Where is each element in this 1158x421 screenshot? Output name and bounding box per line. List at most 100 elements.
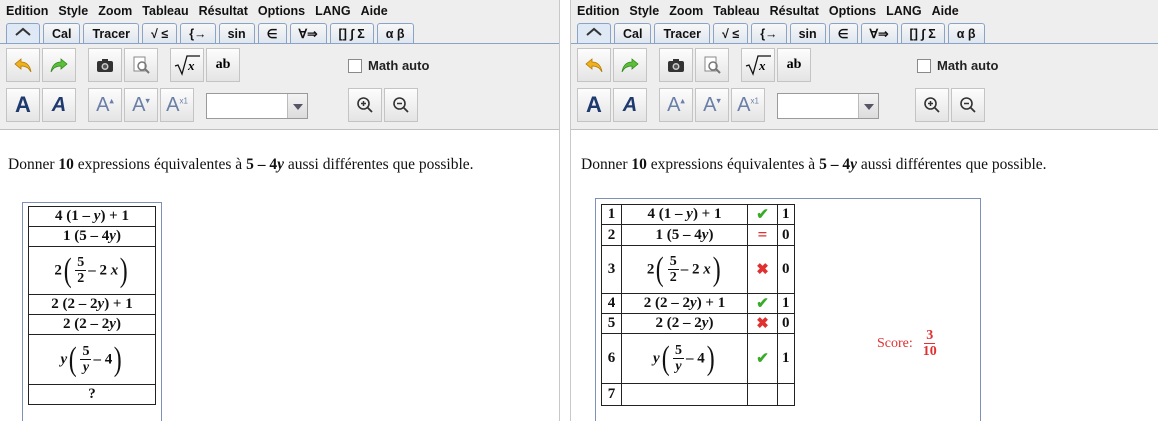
math-auto-checkbox[interactable]: Math auto: [917, 58, 998, 73]
expression-cell[interactable]: y(5 y – 4): [28, 334, 156, 385]
italic-a-button[interactable]: A: [613, 88, 647, 122]
ab-button[interactable]: ab: [206, 48, 240, 82]
document-area[interactable]: Donner 10 expressions équivalentes à 5 –…: [0, 132, 559, 421]
table-row[interactable]: 5 2 (2 – 2y) ✖ 0: [601, 313, 795, 334]
math-auto-checkbox[interactable]: Math auto: [348, 58, 429, 73]
tab-home[interactable]: [6, 23, 40, 43]
sqrt-button[interactable]: x: [741, 48, 775, 82]
menu-resultat[interactable]: Résultat: [770, 4, 819, 18]
menu-options[interactable]: Options: [829, 4, 876, 18]
menu-tableau[interactable]: Tableau: [142, 4, 188, 18]
preview-button[interactable]: [695, 48, 729, 82]
menu-aide[interactable]: Aide: [932, 4, 959, 18]
tab-tracer[interactable]: Tracer: [654, 23, 710, 43]
expression-cell[interactable]: 4 (1 – y) + 1: [28, 206, 156, 227]
menu-tableau[interactable]: Tableau: [713, 4, 759, 18]
sqrt-button[interactable]: x: [170, 48, 204, 82]
tab-home[interactable]: [577, 23, 611, 43]
menu-zoom[interactable]: Zoom: [669, 4, 703, 18]
table-row[interactable]: y(5 y – 4): [28, 334, 156, 385]
italic-a-button[interactable]: A: [42, 88, 76, 122]
tab-sqrt-leq[interactable]: √ ≤: [141, 23, 178, 43]
tab-greek[interactable]: α β: [376, 23, 414, 43]
bold-a-button[interactable]: A: [577, 88, 611, 122]
table-row[interactable]: 1 (5 – 4y): [28, 226, 156, 247]
tab-greek[interactable]: α β: [947, 23, 985, 43]
table-row[interactable]: 3 2(5 2– 2 x) ✖ 0: [601, 245, 795, 294]
menu-zoom[interactable]: Zoom: [98, 4, 132, 18]
math-auto-box[interactable]: [917, 58, 931, 73]
table-row[interactable]: 2 (2 – 2y): [28, 314, 156, 335]
redo-button[interactable]: [613, 48, 647, 82]
table-row[interactable]: 2 (2 – 2y) + 1: [28, 294, 156, 315]
expression-cell[interactable]: 2(5 2– 2 x): [28, 246, 156, 295]
undo-button[interactable]: [577, 48, 611, 82]
increase-font-button[interactable]: A▴: [88, 88, 122, 122]
tab-forall-implies[interactable]: ∀⇒: [860, 23, 898, 43]
menu-edition[interactable]: Edition: [577, 4, 619, 18]
screenshot-button[interactable]: [659, 48, 693, 82]
chevron-down-icon[interactable]: [287, 94, 307, 118]
expression-cell[interactable]: 4 (1 – y) + 1: [621, 204, 748, 225]
table-row[interactable]: 7: [601, 383, 795, 406]
menu-style[interactable]: Style: [629, 4, 659, 18]
increase-font-button[interactable]: A▴: [659, 88, 693, 122]
reset-font-button[interactable]: Ax1: [731, 88, 765, 122]
menu-lang[interactable]: LANG: [886, 4, 921, 18]
chevron-down-icon[interactable]: [858, 94, 878, 118]
font-size-dropdown[interactable]: [206, 93, 308, 119]
tab-brace-arrow[interactable]: {→: [180, 23, 216, 43]
tab-brackets-integral-sum[interactable]: [] ∫ Σ: [900, 23, 945, 43]
tab-brace-arrow[interactable]: {→: [751, 23, 787, 43]
table-row[interactable]: ?: [28, 384, 156, 405]
expression-cell[interactable]: 1 (5 – 4y): [621, 224, 748, 246]
tab-sin[interactable]: sin: [789, 23, 826, 43]
expression-cell[interactable]: y(5 y – 4): [621, 333, 748, 384]
tab-sin[interactable]: sin: [218, 23, 255, 43]
decrease-font-button[interactable]: A▾: [695, 88, 729, 122]
table-row[interactable]: 1 4 (1 – y) + 1 ✔ 1: [601, 204, 795, 225]
reset-font-button[interactable]: Ax1: [160, 88, 194, 122]
tab-brackets-integral-sum[interactable]: [] ∫ Σ: [329, 23, 374, 43]
expression-cell[interactable]: 2 (2 – 2y) + 1: [621, 293, 748, 314]
table-row[interactable]: 2(5 2– 2 x): [28, 246, 156, 295]
table-row[interactable]: 6 y(5 y – 4) ✔ 1: [601, 333, 795, 384]
expression-cell[interactable]: ?: [28, 384, 156, 405]
zoom-out-button[interactable]: [951, 88, 985, 122]
table-row[interactable]: 4 2 (2 – 2y) + 1 ✔ 1: [601, 293, 795, 314]
menu-style[interactable]: Style: [58, 4, 88, 18]
expression-cell[interactable]: 2 (2 – 2y) + 1: [28, 294, 156, 315]
math-auto-box[interactable]: [348, 58, 362, 73]
table-row[interactable]: 4 (1 – y) + 1: [28, 206, 156, 227]
decrease-font-button[interactable]: A▾: [124, 88, 158, 122]
ab-button[interactable]: ab: [777, 48, 811, 82]
screenshot-button[interactable]: [88, 48, 122, 82]
menu-lang[interactable]: LANG: [315, 4, 350, 18]
tab-cal[interactable]: Cal: [614, 23, 652, 43]
menu-aide[interactable]: Aide: [361, 4, 388, 18]
table-row[interactable]: 2 1 (5 – 4y) = 0: [601, 224, 795, 246]
menu-options[interactable]: Options: [258, 4, 305, 18]
menu-edition[interactable]: Edition: [6, 4, 48, 18]
undo-button[interactable]: [6, 48, 40, 82]
preview-button[interactable]: [124, 48, 158, 82]
zoom-out-button[interactable]: [384, 88, 418, 122]
expression-cell[interactable]: 2(5 2– 2 x): [621, 245, 748, 294]
menu-resultat[interactable]: Résultat: [199, 4, 248, 18]
document-area[interactable]: Donner 10 expressions équivalentes à 5 –…: [571, 132, 1158, 421]
bold-a-button[interactable]: A: [6, 88, 40, 122]
tab-sqrt-leq[interactable]: √ ≤: [712, 23, 749, 43]
tab-tracer[interactable]: Tracer: [83, 23, 139, 43]
zoom-in-button[interactable]: [915, 88, 949, 122]
redo-button[interactable]: [42, 48, 76, 82]
tab-cal[interactable]: Cal: [43, 23, 81, 43]
tab-forall-implies[interactable]: ∀⇒: [289, 23, 327, 43]
font-size-dropdown[interactable]: [777, 93, 879, 119]
expression-cell[interactable]: 2 (2 – 2y): [28, 314, 156, 335]
tab-element-of[interactable]: ∈: [257, 23, 287, 43]
tab-element-of[interactable]: ∈: [828, 23, 858, 43]
expression-cell[interactable]: 2 (2 – 2y): [621, 313, 748, 334]
zoom-in-button[interactable]: [348, 88, 382, 122]
expression-cell[interactable]: 1 (5 – 4y): [28, 226, 156, 247]
expression-cell[interactable]: [621, 383, 748, 406]
